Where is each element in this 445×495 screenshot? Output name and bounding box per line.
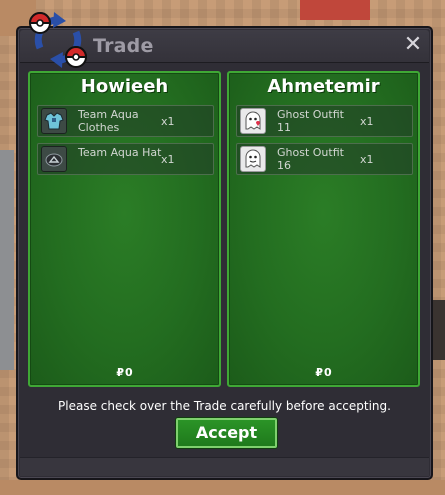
window-title: Trade (93, 35, 154, 57)
item-quantity: x1 (360, 115, 374, 128)
trade-item-row[interactable]: Ghost Outfit 16 x1 (236, 143, 413, 175)
close-button[interactable]: ✕ (402, 34, 424, 56)
trade-logo-icon (28, 12, 88, 68)
trade-item-row[interactable]: Team Aqua Clothes x1 (37, 105, 214, 137)
item-name: Team Aqua Hat (78, 146, 162, 159)
money-amount: 0 (324, 366, 332, 379)
left-trade-panel: Howieeh Team Aqua Clothes x1 Team Aqua H… (28, 71, 221, 387)
item-name: Team Aqua Clothes (78, 108, 139, 134)
team-aqua-hat-icon (41, 146, 67, 172)
left-player-name: Howieeh (80, 76, 169, 97)
left-money-offer: ₽0 (30, 366, 219, 379)
accept-button[interactable]: Accept (176, 418, 277, 448)
item-name: Ghost Outfit 11 (277, 108, 344, 134)
right-money-offer: ₽0 (229, 366, 418, 379)
right-trade-panel: Ahmetemir Ghost Outfit 11 x1 Ghost Outfi… (227, 71, 420, 387)
money-amount: 0 (125, 366, 133, 379)
item-name: Ghost Outfit 16 (277, 146, 344, 172)
bg-object (433, 300, 445, 360)
ghost-outfit-icon (240, 108, 266, 134)
right-player-name: Ahmetemir (267, 76, 380, 97)
item-quantity: x1 (161, 153, 175, 166)
trade-item-row[interactable]: Ghost Outfit 11 x1 (236, 105, 413, 137)
item-quantity: x1 (360, 153, 374, 166)
ghost-outfit-icon (240, 146, 266, 172)
window-footer (20, 457, 429, 476)
bg-wall (0, 150, 14, 370)
team-aqua-clothes-icon (41, 108, 67, 134)
item-quantity: x1 (161, 115, 175, 128)
pokedollar-icon: ₽ (116, 366, 124, 379)
trade-item-row[interactable]: Team Aqua Hat x1 (37, 143, 214, 175)
trade-notice: Please check over the Trade carefully be… (58, 399, 391, 413)
trade-window: Trade ✕ Howieeh Team Aqua Clothes x1 Tea… (16, 12, 433, 480)
bg-tile (0, 480, 445, 495)
bg-roof (300, 0, 370, 20)
pokedollar-icon: ₽ (315, 366, 323, 379)
